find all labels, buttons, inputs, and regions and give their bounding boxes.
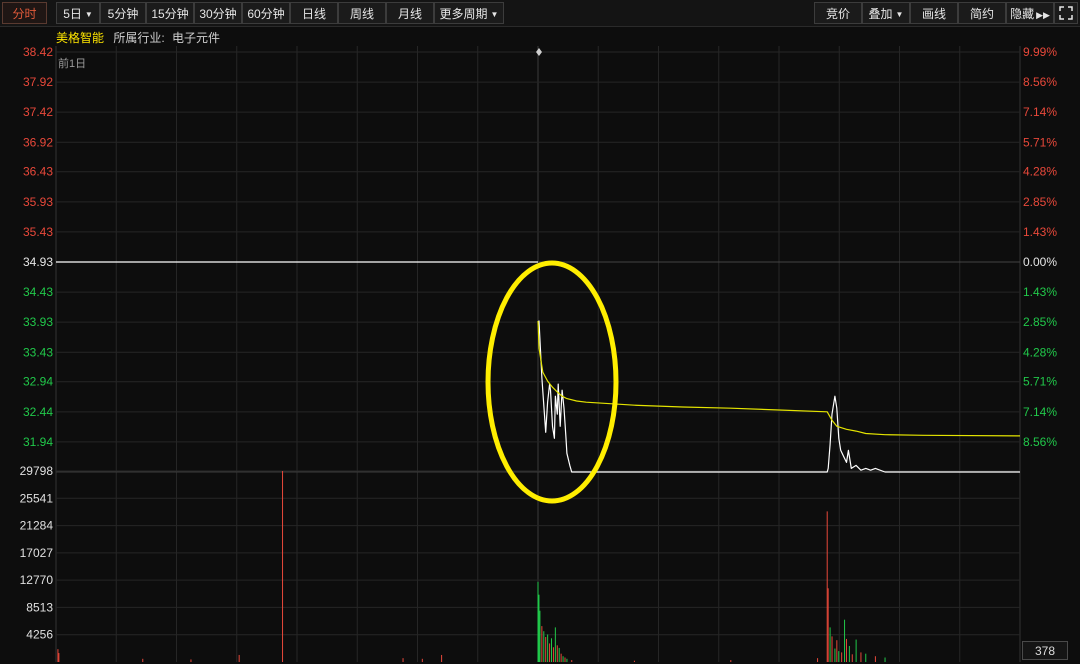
volume-tick-label: 4256	[26, 628, 53, 642]
price-tick-label: 37.42	[23, 105, 53, 119]
volume-tick-label: 17027	[20, 546, 54, 560]
percent-tick-label: 5.71%	[1023, 135, 1057, 149]
prev-day-label: 前1日	[58, 58, 87, 70]
price-tick-label: 35.93	[23, 195, 53, 209]
price-tick-label: 32.44	[23, 405, 53, 419]
volume-tick-label: 8513	[26, 600, 53, 614]
percent-tick-label: 7.14%	[1023, 105, 1057, 119]
price-tick-label: 34.93	[23, 255, 53, 269]
price-tick-label: 33.93	[23, 315, 53, 329]
cursor-handle-icon[interactable]	[536, 48, 542, 56]
volume-badge: 378	[1022, 641, 1068, 660]
percent-tick-label: 5.71%	[1023, 375, 1057, 389]
percent-tick-label: 7.14%	[1023, 405, 1057, 419]
volume-tick-label: 25541	[20, 491, 54, 505]
price-axis: 38.42 37.92 37.42 36.92 36.43 35.93 35.43 34.93…	[23, 45, 53, 449]
percent-tick-label: 0.00%	[1023, 255, 1057, 269]
percent-axis: 9.99% 8.56% 7.14% 5.71% 4.28% 2.85% 1.43% 0.00%…	[1023, 45, 1057, 449]
price-tick-label: 36.92	[23, 135, 53, 149]
price-tick-label: 35.43	[23, 225, 53, 239]
chart-grid	[55, 46, 1021, 662]
percent-tick-label: 9.99%	[1023, 45, 1057, 59]
price-tick-label: 31.94	[23, 435, 53, 449]
price-tick-label: 34.43	[23, 285, 53, 299]
percent-tick-label: 4.28%	[1023, 165, 1057, 179]
intraday-chart[interactable]: 38.42 37.92 37.42 36.92 36.43 35.93 35.43 34.93…	[0, 0, 1080, 664]
percent-tick-label: 2.85%	[1023, 195, 1057, 209]
percent-tick-label: 8.56%	[1023, 75, 1057, 89]
volume-tick-label: 21284	[20, 519, 54, 533]
percent-tick-label: 8.56%	[1023, 435, 1057, 449]
volume-tick-label: 12770	[20, 573, 54, 587]
price-tick-label: 36.43	[23, 165, 53, 179]
price-tick-label: 37.92	[23, 75, 53, 89]
percent-tick-label: 1.43%	[1023, 225, 1057, 239]
volume-axis: 29798 25541 21284 17027 12770 8513 4256	[20, 464, 54, 642]
percent-tick-label: 1.43%	[1023, 285, 1057, 299]
percent-tick-label: 4.28%	[1023, 345, 1057, 359]
price-tick-label: 38.42	[23, 45, 53, 59]
volume-bars	[57, 471, 886, 662]
price-tick-label: 33.43	[23, 345, 53, 359]
percent-tick-label: 2.85%	[1023, 315, 1057, 329]
volume-tick-label: 29798	[20, 464, 54, 478]
price-tick-label: 32.94	[23, 375, 53, 389]
